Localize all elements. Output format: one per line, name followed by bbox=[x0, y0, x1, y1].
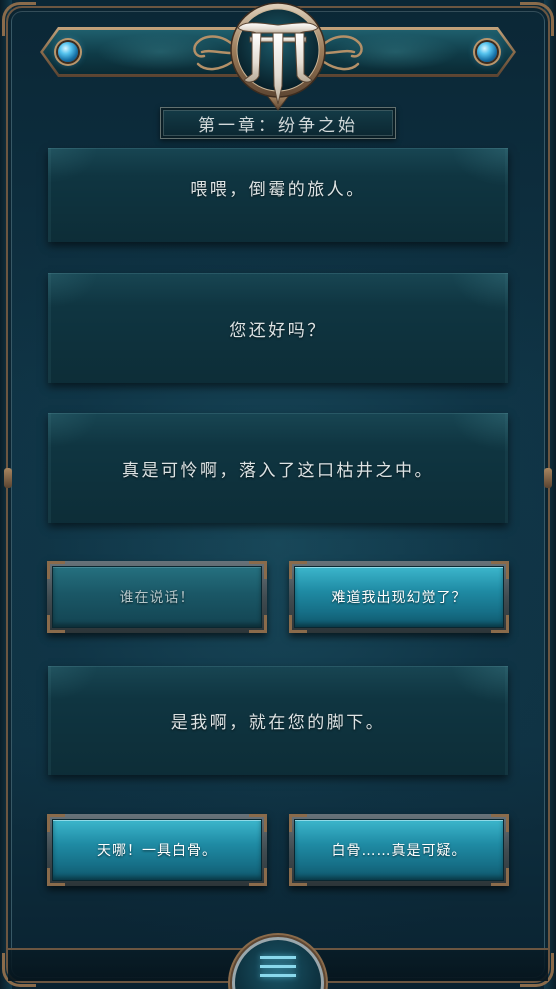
emblem-wing-left bbox=[193, 35, 234, 71]
wing-scroll bbox=[200, 49, 232, 55]
choice-button-a-skeleton[interactable]: 天哪！一具白骨。 bbox=[47, 814, 267, 886]
frame-corner-top-right bbox=[520, 2, 554, 36]
dialogue-box: 真是可怜啊，落入了这口枯井之中。 bbox=[48, 413, 508, 523]
game-screen: 第一章：纷争之始 喂喂，倒霉的旅人。 您还好吗？ 真是可怜啊，落入了这口枯井之中… bbox=[0, 0, 556, 989]
dialogue-box: 您还好吗？ bbox=[48, 273, 508, 383]
frame-corner-top-left bbox=[2, 2, 36, 36]
dialogue-text: 真是可怜啊，落入了这口枯井之中。 bbox=[122, 460, 434, 481]
wing-scroll bbox=[322, 60, 360, 71]
choice-button-face[interactable]: 天哪！一具白骨。 bbox=[52, 819, 262, 881]
menu-button[interactable] bbox=[232, 937, 324, 989]
wing-scroll bbox=[196, 60, 234, 71]
wing-scroll bbox=[324, 49, 356, 55]
choice-button-hallucination[interactable]: 难道我出现幻觉了？ bbox=[289, 561, 509, 633]
choice-label: 谁在说话！ bbox=[119, 590, 195, 606]
choice-button-face[interactable]: 难道我出现幻觉了？ bbox=[294, 566, 504, 628]
choice-label: 难道我出现幻觉了？ bbox=[331, 590, 467, 606]
choice-button-who-is-speaking[interactable]: 谁在说话！ bbox=[47, 561, 267, 633]
dialogue-text: 您还好吗？ bbox=[229, 320, 327, 341]
emblem-wing-right bbox=[322, 35, 363, 71]
frame-stud-left bbox=[4, 468, 12, 488]
blue-gem-icon bbox=[58, 42, 78, 62]
hamburger-menu-icon bbox=[260, 956, 296, 977]
blue-gem-icon bbox=[477, 42, 497, 62]
dialogue-box: 是我啊，就在您的脚下。 bbox=[48, 666, 508, 775]
choice-button-suspicious-bones[interactable]: 白骨……真是可疑。 bbox=[289, 814, 509, 886]
frame-stud-right bbox=[544, 468, 552, 488]
dialogue-text: 喂喂，倒霉的旅人。 bbox=[190, 179, 366, 200]
game-logo-emblem bbox=[193, 2, 363, 111]
chapter-title: 第一章：纷争之始 bbox=[198, 115, 358, 136]
menu-button-dock bbox=[228, 930, 328, 989]
choice-button-face[interactable]: 白骨……真是可疑。 bbox=[294, 819, 504, 881]
dialogue-text: 是我啊，就在您的脚下。 bbox=[170, 713, 386, 733]
choice-label: 天哪！一具白骨。 bbox=[97, 843, 217, 859]
choice-button-face[interactable]: 谁在说话！ bbox=[52, 566, 262, 628]
choice-label: 白骨……真是可疑。 bbox=[331, 843, 467, 859]
dialogue-box: 喂喂，倒霉的旅人。 bbox=[48, 148, 508, 242]
